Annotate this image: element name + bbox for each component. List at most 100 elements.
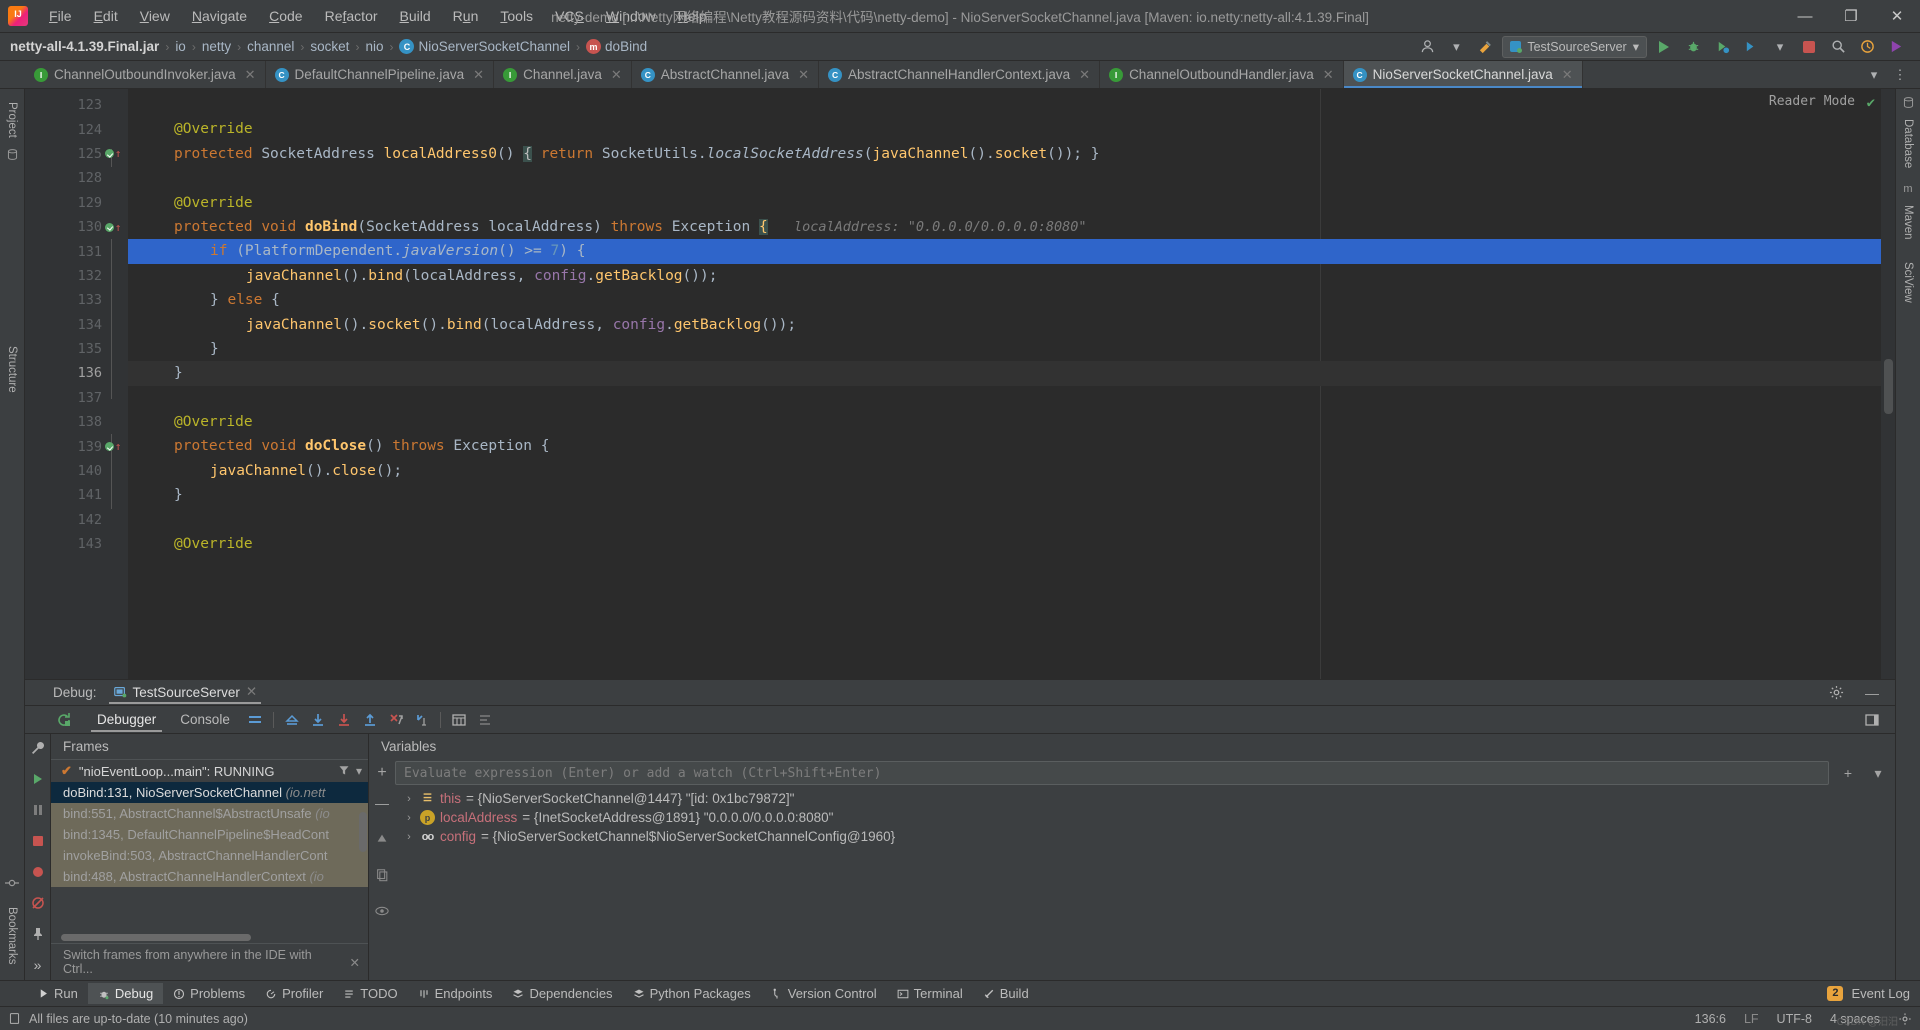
- pin-tab-icon[interactable]: [28, 924, 48, 943]
- layout-settings-icon[interactable]: [242, 708, 268, 732]
- frame-row[interactable]: invokeBind:503, AbstractChannelHandlerCo…: [51, 845, 368, 866]
- plugin-run-icon[interactable]: [1884, 36, 1908, 58]
- tool-button-run[interactable]: Run: [28, 983, 88, 1004]
- sort-values-icon[interactable]: [369, 827, 395, 851]
- breadcrumb-item-netty[interactable]: netty: [198, 38, 235, 55]
- editor-scrollbar-thumb[interactable]: [1884, 359, 1893, 414]
- expand-chevron-icon[interactable]: ›: [403, 831, 415, 843]
- copy-value-icon[interactable]: [369, 863, 395, 887]
- implements-arrow-icon[interactable]: ↑: [115, 148, 122, 159]
- evaluate-expression-input[interactable]: Evaluate expression (Enter) or add a wat…: [395, 761, 1829, 785]
- close-session-icon[interactable]: ✕: [246, 684, 257, 700]
- rerun-icon[interactable]: [51, 708, 77, 732]
- tool-button-debug[interactable]: Debug: [87, 983, 164, 1004]
- close-tab-icon[interactable]: ✕: [1562, 67, 1573, 83]
- tab-console[interactable]: Console: [168, 708, 242, 731]
- menu-refactor[interactable]: Refactor: [314, 4, 389, 28]
- add-watch-plus-icon[interactable]: +: [1835, 761, 1861, 785]
- add-watch-icon[interactable]: +: [369, 764, 395, 782]
- close-tab-icon[interactable]: ✕: [611, 67, 622, 83]
- filter-funnel-icon[interactable]: [338, 764, 350, 778]
- database-rail-icon[interactable]: [5, 147, 20, 162]
- frame-row[interactable]: bind:488, AbstractChannelHandlerContext …: [51, 866, 368, 887]
- stop-program-icon[interactable]: [28, 831, 48, 850]
- editor-marker-track[interactable]: [1881, 89, 1895, 679]
- breadcrumb-item-channel[interactable]: channel: [243, 38, 298, 55]
- override-marker-icon[interactable]: [104, 149, 114, 159]
- step-into-icon[interactable]: [331, 708, 357, 732]
- remove-watch-icon[interactable]: —: [369, 791, 395, 815]
- file-encoding[interactable]: UTF-8: [1777, 1012, 1812, 1026]
- breadcrumb-item-class[interactable]: C NioServerSocketChannel: [395, 38, 574, 55]
- show-execution-point-icon[interactable]: [279, 708, 305, 732]
- chevron-down-icon[interactable]: ▾: [356, 764, 362, 778]
- step-over-icon[interactable]: [305, 708, 331, 732]
- close-button[interactable]: ✕: [1874, 0, 1920, 32]
- debug-button[interactable]: [1681, 36, 1705, 58]
- run-button[interactable]: [1652, 36, 1676, 58]
- inspect-value-icon[interactable]: [369, 899, 395, 923]
- menu-run[interactable]: Run: [442, 4, 490, 28]
- more-actions-icon[interactable]: »: [28, 955, 48, 974]
- minimize-button[interactable]: —: [1782, 0, 1828, 32]
- sidebar-item-bookmarks[interactable]: Bookmarks: [3, 900, 21, 972]
- debug-session-tab[interactable]: TestSourceServer ✕: [105, 682, 266, 704]
- chevron-down-icon[interactable]: ▾: [1768, 36, 1792, 58]
- menu-file[interactable]: File: [38, 4, 83, 28]
- frames-vscrollbar[interactable]: [359, 812, 367, 852]
- close-hint-icon[interactable]: ✕: [350, 955, 360, 970]
- run-configuration-selector[interactable]: TestSourceServer ▾: [1502, 35, 1647, 58]
- variable-row-config[interactable]: › oo config = {NioServerSocketChannel$Ni…: [395, 827, 1895, 846]
- chevron-down-icon[interactable]: ▾: [1444, 36, 1468, 58]
- stop-button[interactable]: [1797, 36, 1821, 58]
- profile-button[interactable]: [1739, 36, 1763, 58]
- frame-row[interactable]: bind:551, AbstractChannel$AbstractUnsafe…: [51, 803, 368, 824]
- reader-mode-label[interactable]: Reader Mode: [1769, 94, 1855, 109]
- breadcrumb-item-method[interactable]: m doBind: [582, 38, 651, 55]
- sidebar-item-database[interactable]: Database: [1899, 112, 1917, 175]
- sidebar-item-project[interactable]: Project: [3, 95, 21, 145]
- menu-window[interactable]: Window: [595, 4, 667, 28]
- menu-build[interactable]: Build: [389, 4, 442, 28]
- menu-code[interactable]: Code: [258, 4, 313, 28]
- expand-chevron-icon[interactable]: ›: [403, 793, 415, 805]
- implements-arrow-icon[interactable]: ↑: [115, 441, 122, 452]
- menu-edit[interactable]: Edit: [83, 4, 129, 28]
- frame-row[interactable]: doBind:131, NioServerSocketChannel (io.n…: [51, 782, 368, 803]
- caret-position[interactable]: 136:6: [1695, 1012, 1726, 1026]
- minimize-panel-icon[interactable]: —: [1859, 681, 1885, 705]
- line-separator[interactable]: LF: [1744, 1012, 1759, 1026]
- tool-button-endpoints[interactable]: Endpoints: [408, 983, 503, 1004]
- close-tab-icon[interactable]: ✕: [1079, 67, 1090, 83]
- evaluate-expression-icon[interactable]: [446, 708, 472, 732]
- breadcrumb-item-jar[interactable]: netty-all-4.1.39.Final.jar: [6, 38, 163, 55]
- menu-vcs[interactable]: VCS: [544, 4, 595, 28]
- menu-help[interactable]: Help: [667, 4, 718, 28]
- sidebar-item-maven[interactable]: Maven: [1899, 198, 1917, 247]
- editor-gutter[interactable]: 123 124 125 ↑ 128 129 130 ↑ 131 132 133 13…: [25, 89, 128, 679]
- tab-debugger[interactable]: Debugger: [85, 708, 168, 732]
- force-step-into-icon[interactable]: [383, 708, 409, 732]
- settings-list-icon[interactable]: [472, 708, 498, 732]
- breadcrumb-item-io[interactable]: io: [171, 38, 190, 55]
- settings-gear-icon[interactable]: [1823, 681, 1849, 705]
- tab-DefaultChannelPipeline[interactable]: C DefaultChannelPipeline.java ✕: [266, 61, 495, 88]
- resume-program-icon[interactable]: [28, 769, 48, 788]
- variable-row-this[interactable]: › ☰ this = {NioServerSocketChannel@1447}…: [395, 789, 1895, 808]
- close-tab-icon[interactable]: ✕: [473, 67, 484, 83]
- frames-list[interactable]: doBind:131, NioServerSocketChannel (io.n…: [51, 782, 368, 943]
- maximize-button[interactable]: ❐: [1828, 0, 1874, 32]
- breadcrumb-item-nio[interactable]: nio: [361, 38, 387, 55]
- hammer-build-icon[interactable]: [1473, 36, 1497, 58]
- view-breakpoints-icon[interactable]: [28, 862, 48, 881]
- wrench-settings-icon[interactable]: [28, 738, 48, 757]
- thread-selector[interactable]: ✔ "nioEventLoop...main": RUNNING ▾: [51, 759, 368, 782]
- close-tab-icon[interactable]: ✕: [1323, 67, 1334, 83]
- run-with-coverage-button[interactable]: [1710, 36, 1734, 58]
- sidebar-item-sciview[interactable]: SciView: [1899, 255, 1917, 310]
- close-tab-icon[interactable]: ✕: [245, 67, 256, 83]
- tool-button-profiler[interactable]: Profiler: [255, 983, 333, 1004]
- maven-icon[interactable]: m: [1901, 181, 1916, 196]
- variable-row-localAddress[interactable]: › p localAddress = {InetSocketAddress@18…: [395, 808, 1895, 827]
- inspection-settings-icon[interactable]: [1898, 1012, 1912, 1026]
